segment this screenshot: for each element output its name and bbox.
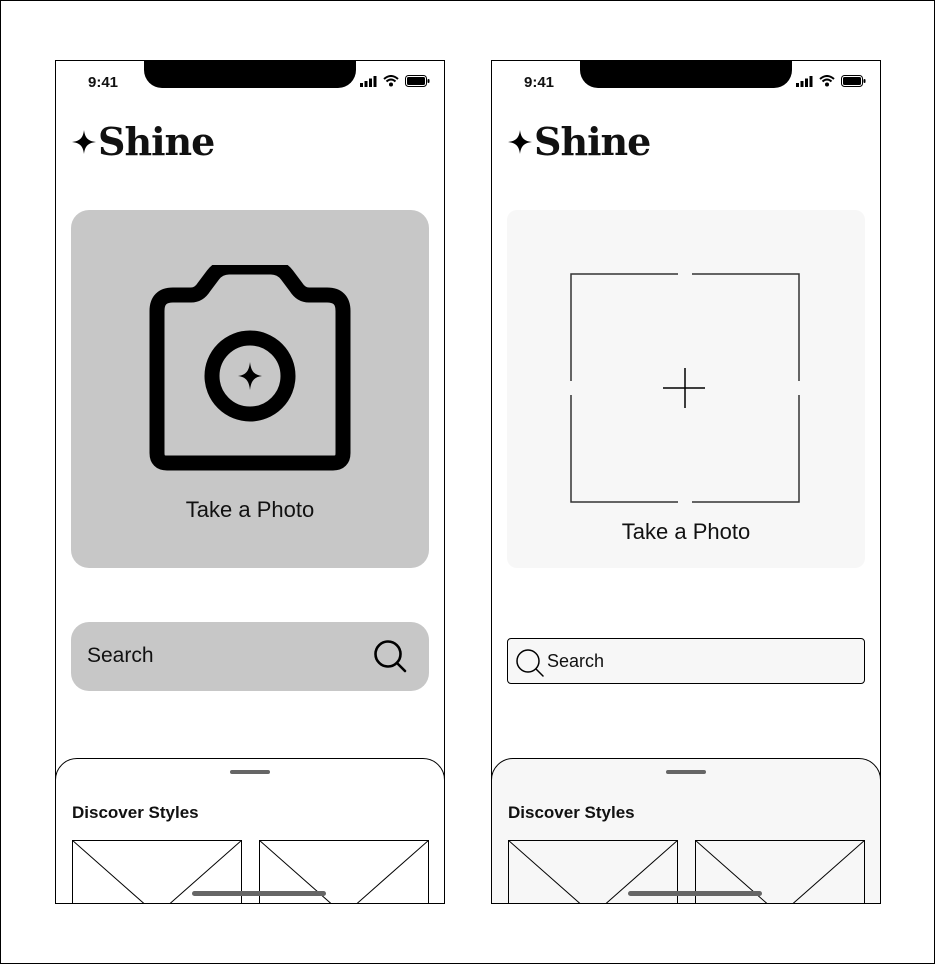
- battery-icon: [405, 75, 430, 87]
- plus-icon: [663, 368, 705, 408]
- take-photo-button[interactable]: Take a Photo: [507, 210, 865, 568]
- search-input[interactable]: Search: [507, 638, 865, 684]
- wifi-icon: [819, 75, 835, 87]
- search-icon: [374, 640, 407, 673]
- search-label: Search: [547, 651, 605, 671]
- app-name: Shine: [534, 119, 651, 164]
- signal-icon: [360, 75, 377, 87]
- home-indicator: [628, 891, 762, 896]
- discover-styles-title: Discover Styles: [508, 803, 635, 822]
- app-logo[interactable]: Shine: [508, 119, 651, 164]
- device-notch: [580, 61, 792, 88]
- viewfinder-icon: [570, 273, 800, 503]
- sparkle-icon: [72, 130, 96, 154]
- search-icon: [516, 649, 544, 677]
- phone-variant-a: 9:41 Shine Take a Photo Search Discover …: [55, 60, 445, 904]
- camera-icon: [149, 265, 351, 471]
- status-icons: [796, 75, 866, 87]
- signal-icon: [796, 75, 813, 87]
- search-label: Search: [87, 644, 154, 667]
- status-icons: [360, 75, 430, 87]
- app-name: Shine: [98, 119, 215, 164]
- take-photo-label: Take a Photo: [621, 519, 751, 544]
- sheet-handle[interactable]: [230, 770, 270, 774]
- bottom-sheet[interactable]: Discover Styles: [56, 758, 444, 903]
- device-notch: [144, 61, 356, 88]
- take-photo-label: Take a Photo: [185, 497, 315, 522]
- battery-icon: [841, 75, 866, 87]
- wifi-icon: [383, 75, 399, 87]
- take-photo-button[interactable]: Take a Photo: [71, 210, 429, 568]
- home-indicator: [192, 891, 326, 896]
- app-logo[interactable]: Shine: [72, 119, 215, 164]
- sheet-handle[interactable]: [666, 770, 706, 774]
- sparkle-icon: [508, 130, 532, 154]
- status-time: 9:41: [524, 74, 555, 91]
- discover-styles-title: Discover Styles: [72, 803, 199, 822]
- status-time: 9:41: [88, 74, 119, 91]
- search-bar[interactable]: Search: [71, 622, 429, 691]
- phone-variant-b: 9:41 Shine Take a Photo Search Discover …: [491, 60, 881, 904]
- bottom-sheet[interactable]: Discover Styles: [492, 758, 880, 903]
